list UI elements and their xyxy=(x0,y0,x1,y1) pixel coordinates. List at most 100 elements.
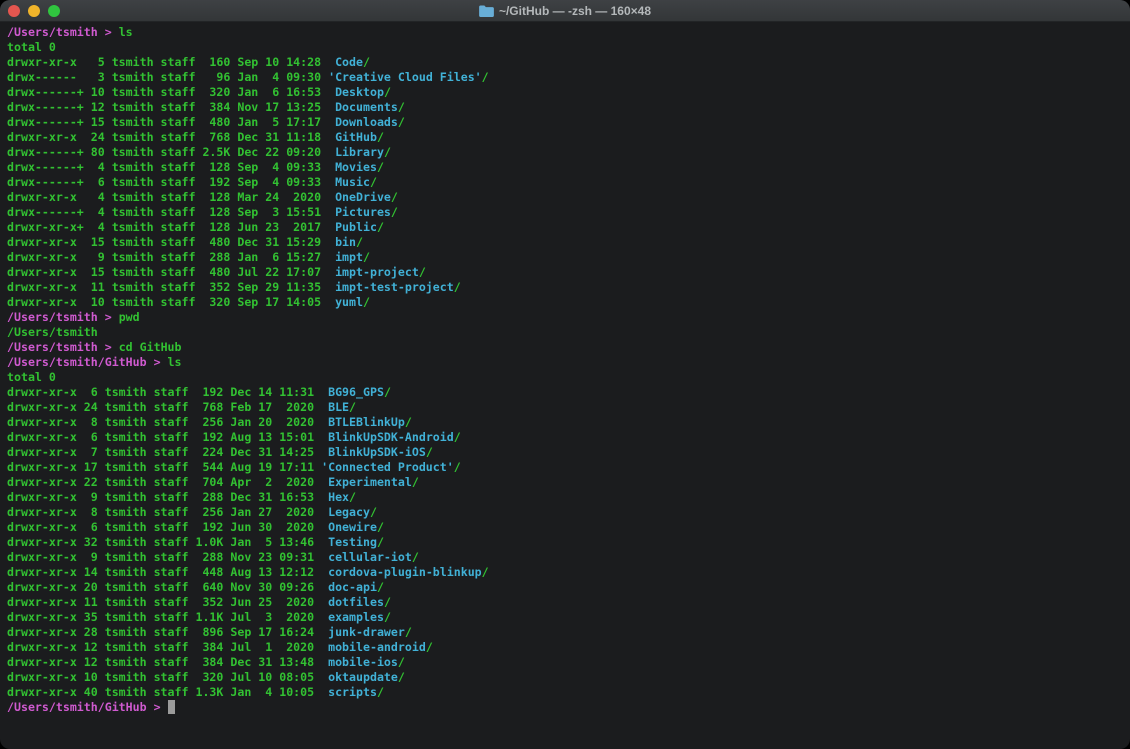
terminal-line: drwxr-xr-x 22 tsmith staff 704 Apr 2 202… xyxy=(7,475,1126,490)
output-text: drwxr-xr-x 12 tsmith staff 384 Dec 31 13… xyxy=(7,655,328,669)
output-text: drwx------+ 4 tsmith staff 128 Sep 3 15:… xyxy=(7,205,335,219)
terminal-line: drwxr-xr-x+ 4 tsmith staff 128 Jun 23 20… xyxy=(7,220,1126,235)
dir-name: mobile-android xyxy=(328,640,426,654)
output-text: / xyxy=(370,505,377,519)
terminal-line: drwxr-xr-x 24 tsmith staff 768 Feb 17 20… xyxy=(7,400,1126,415)
folder-proxy-icon[interactable] xyxy=(479,5,494,17)
dir-name: 'Connected Product' xyxy=(321,460,454,474)
dir-name: Pictures xyxy=(335,205,391,219)
dir-name: doc-api xyxy=(328,580,377,594)
output-text: / xyxy=(405,625,412,639)
output-text: drwx------+ 4 tsmith staff 128 Sep 4 09:… xyxy=(7,160,335,174)
output-text: / xyxy=(482,70,489,84)
terminal-line: drwxr-xr-x 9 tsmith staff 288 Nov 23 09:… xyxy=(7,550,1126,565)
output-text: drwxr-xr-x 40 tsmith staff 1.3K Jan 4 10… xyxy=(7,685,328,699)
output-text: drwxr-xr-x 15 tsmith staff 480 Dec 31 15… xyxy=(7,235,335,249)
output-text: / xyxy=(419,265,426,279)
output-text: drwxr-xr-x 35 tsmith staff 1.1K Jul 3 20… xyxy=(7,610,328,624)
dir-name: scripts xyxy=(328,685,377,699)
output-text: drwxr-xr-x 28 tsmith staff 896 Sep 17 16… xyxy=(7,625,328,639)
output-text: drwxr-xr-x 9 tsmith staff 288 Nov 23 09:… xyxy=(7,550,328,564)
terminal-line: drwxr-xr-x 15 tsmith staff 480 Jul 22 17… xyxy=(7,265,1126,280)
terminal-line: drwxr-xr-x 40 tsmith staff 1.3K Jan 4 10… xyxy=(7,685,1126,700)
output-text: / xyxy=(377,520,384,534)
output-text: / xyxy=(384,595,391,609)
output-text: / xyxy=(384,85,391,99)
dir-name: cordova-plugin-blinkup xyxy=(328,565,482,579)
terminal-line: drwxr-xr-x 10 tsmith staff 320 Jul 10 08… xyxy=(7,670,1126,685)
terminal-line: total 0 xyxy=(7,40,1126,55)
output-text: / xyxy=(349,400,356,414)
dir-name: Movies xyxy=(335,160,377,174)
terminal-line: drwxr-xr-x 15 tsmith staff 480 Dec 31 15… xyxy=(7,235,1126,250)
dir-name: 'Creative Cloud Files' xyxy=(328,70,482,84)
output-text: drwxr-xr-x 11 tsmith staff 352 Sep 29 11… xyxy=(7,280,335,294)
output-text: drwxr-xr-x 6 tsmith staff 192 Dec 14 11:… xyxy=(7,385,328,399)
output-text: / xyxy=(454,460,461,474)
output-text: drwxr-xr-x 32 tsmith staff 1.0K Jan 5 13… xyxy=(7,535,328,549)
terminal-line: drwx------+ 12 tsmith staff 384 Nov 17 1… xyxy=(7,100,1126,115)
terminal-window: ~/GitHub — -zsh — 160×48 /Users/tsmith >… xyxy=(0,0,1130,749)
output-text: drwxr-xr-x 6 tsmith staff 192 Jun 30 202… xyxy=(7,520,328,534)
terminal-line: /Users/tsmith/GitHub > xyxy=(7,700,1126,715)
terminal-line: drwxr-xr-x 9 tsmith staff 288 Jan 6 15:2… xyxy=(7,250,1126,265)
dir-name: dotfiles xyxy=(328,595,384,609)
terminal-line: drwx------ 3 tsmith staff 96 Jan 4 09:30… xyxy=(7,70,1126,85)
terminal-line: drwxr-xr-x 14 tsmith staff 448 Aug 13 12… xyxy=(7,565,1126,580)
terminal-line: drwx------+ 4 tsmith staff 128 Sep 4 09:… xyxy=(7,160,1126,175)
output-text: / xyxy=(377,220,384,234)
dir-name: examples xyxy=(328,610,384,624)
terminal-line: drwxr-xr-x 28 tsmith staff 896 Sep 17 16… xyxy=(7,625,1126,640)
output-text: drwxr-xr-x 20 tsmith staff 640 Nov 30 09… xyxy=(7,580,328,594)
minimize-button[interactable] xyxy=(28,5,40,17)
terminal-line: drwxr-xr-x 12 tsmith staff 384 Dec 31 13… xyxy=(7,655,1126,670)
cursor xyxy=(168,700,175,714)
output-text: ls xyxy=(168,355,182,369)
dir-name: cellular-iot xyxy=(328,550,412,564)
output-text: drwx------+ 15 tsmith staff 480 Jan 5 17… xyxy=(7,115,335,129)
dir-name: GitHub xyxy=(335,130,377,144)
output-text: / xyxy=(377,130,384,144)
terminal-line: drwxr-xr-x 6 tsmith staff 192 Jun 30 202… xyxy=(7,520,1126,535)
output-text: drwxr-xr-x 8 tsmith staff 256 Jan 27 202… xyxy=(7,505,328,519)
output-text: / xyxy=(412,550,419,564)
output-text: / xyxy=(377,685,384,699)
dir-name: Legacy xyxy=(328,505,370,519)
terminal-line: drwxr-xr-x 4 tsmith staff 128 Mar 24 202… xyxy=(7,190,1126,205)
terminal-line: drwxr-xr-x 17 tsmith staff 544 Aug 19 17… xyxy=(7,460,1126,475)
dir-name: impt xyxy=(335,250,363,264)
terminal-line: drwxr-xr-x 8 tsmith staff 256 Jan 20 202… xyxy=(7,415,1126,430)
window-title-area: ~/GitHub — -zsh — 160×48 xyxy=(479,4,651,18)
output-text: drwxr-xr-x 8 tsmith staff 256 Jan 20 202… xyxy=(7,415,328,429)
dir-name: junk-drawer xyxy=(328,625,405,639)
titlebar[interactable]: ~/GitHub — -zsh — 160×48 xyxy=(0,0,1130,22)
output-text: drwxr-xr-x 5 tsmith staff 160 Sep 10 14:… xyxy=(7,55,335,69)
zoom-button[interactable] xyxy=(48,5,60,17)
terminal-line: /Users/tsmith xyxy=(7,325,1126,340)
dir-name: Music xyxy=(335,175,370,189)
close-button[interactable] xyxy=(8,5,20,17)
output-text: / xyxy=(405,415,412,429)
output-text: / xyxy=(412,475,419,489)
terminal-line: drwx------+ 4 tsmith staff 128 Sep 3 15:… xyxy=(7,205,1126,220)
terminal-line: drwxr-xr-x 7 tsmith staff 224 Dec 31 14:… xyxy=(7,445,1126,460)
output-text: drwxr-xr-x 4 tsmith staff 128 Mar 24 202… xyxy=(7,190,335,204)
output-text: drwxr-xr-x 12 tsmith staff 384 Jul 1 202… xyxy=(7,640,328,654)
dir-name: Code xyxy=(335,55,363,69)
output-text: / xyxy=(398,670,405,684)
dir-name: Library xyxy=(335,145,384,159)
terminal-line: drwxr-xr-x 5 tsmith staff 160 Sep 10 14:… xyxy=(7,55,1126,70)
terminal-line: drwxr-xr-x 35 tsmith staff 1.1K Jul 3 20… xyxy=(7,610,1126,625)
dir-name: Downloads xyxy=(335,115,398,129)
terminal-screen[interactable]: /Users/tsmith > lstotal 0drwxr-xr-x 5 ts… xyxy=(0,22,1130,748)
output-text: drwxr-xr-x 7 tsmith staff 224 Dec 31 14:… xyxy=(7,445,328,459)
output-text: drwx------ 3 tsmith staff 96 Jan 4 09:30 xyxy=(7,70,328,84)
terminal-line: drwxr-xr-x 12 tsmith staff 384 Jul 1 202… xyxy=(7,640,1126,655)
dir-name: OneDrive xyxy=(335,190,391,204)
terminal-line: drwxr-xr-x 11 tsmith staff 352 Sep 29 11… xyxy=(7,280,1126,295)
output-text: / xyxy=(363,250,370,264)
output-text: cd GitHub xyxy=(119,340,182,354)
output-text: / xyxy=(377,580,384,594)
terminal-line: drwx------+ 15 tsmith staff 480 Jan 5 17… xyxy=(7,115,1126,130)
terminal-line: drwxr-xr-x 9 tsmith staff 288 Dec 31 16:… xyxy=(7,490,1126,505)
